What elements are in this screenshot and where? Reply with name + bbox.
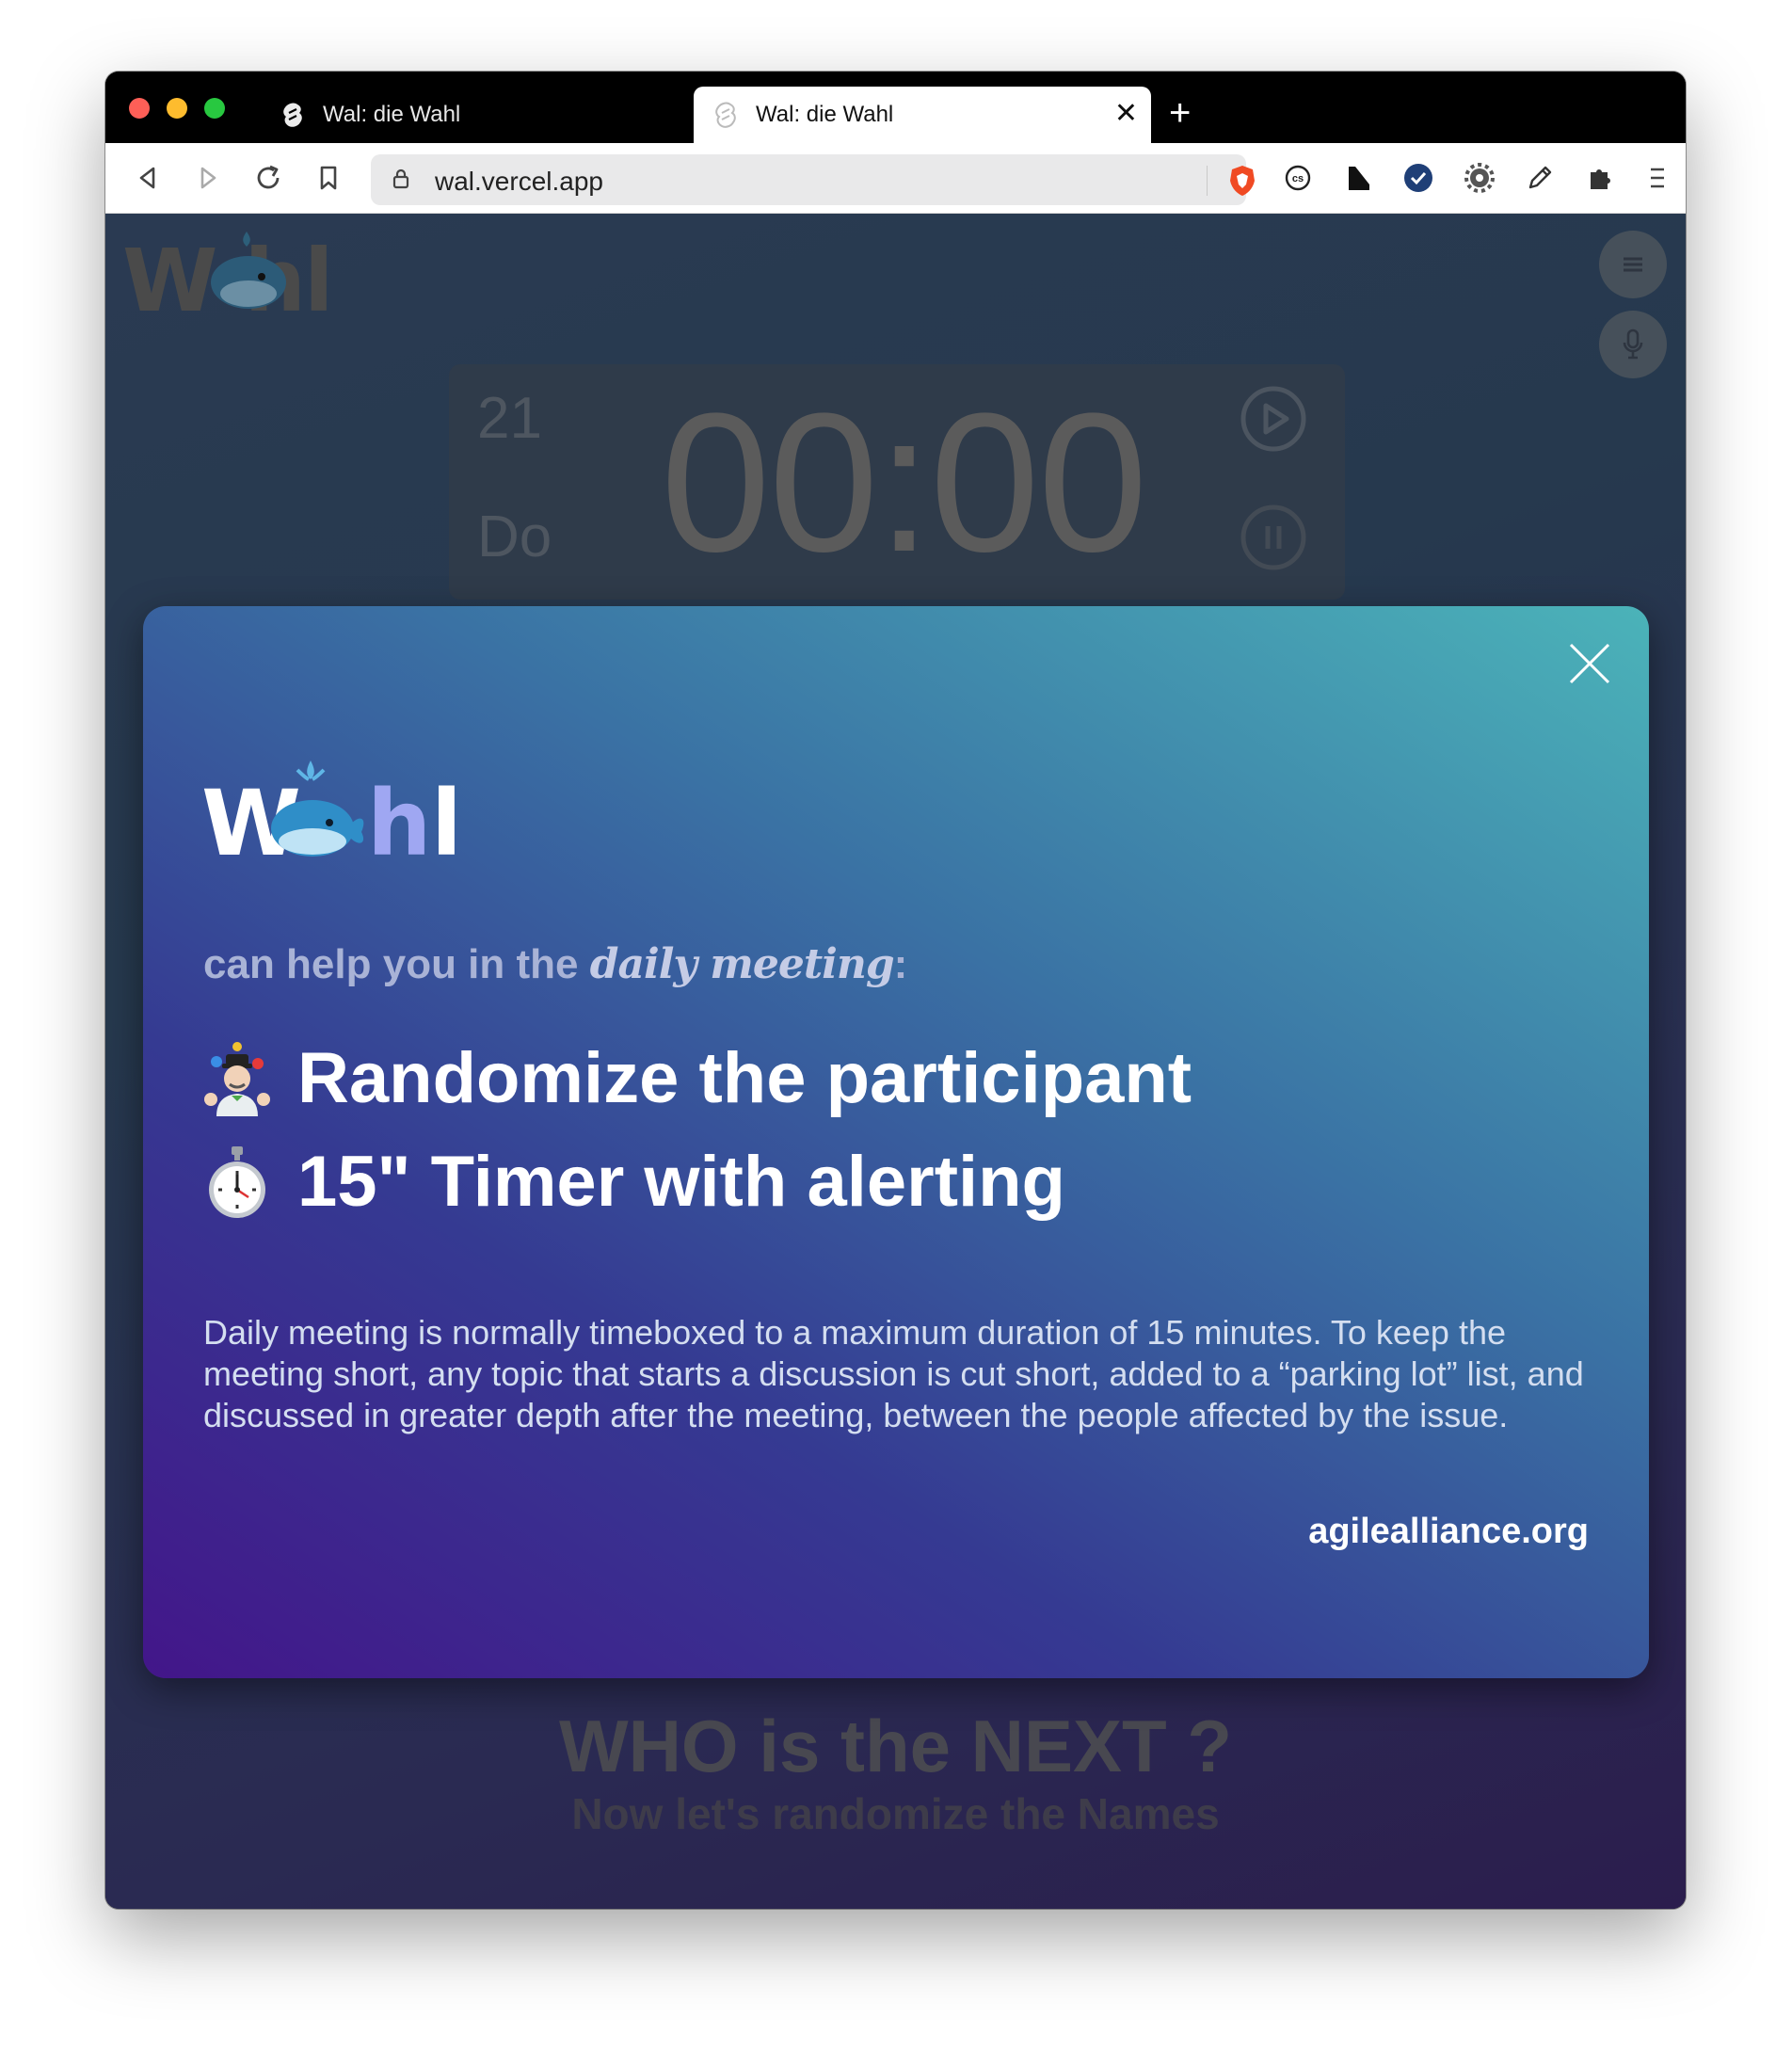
tab-title: Wal: die Wahl — [756, 102, 894, 127]
randomize-subheadline: Now let's randomize the Names — [571, 1789, 1220, 1838]
close-modal-icon[interactable] — [1568, 642, 1611, 685]
web-page: W hl 21 Do 00:00 WHO is the NEXT ? Now l… — [105, 214, 1686, 1909]
date-number: 21 — [477, 386, 542, 451]
svg-text:l: l — [431, 771, 458, 870]
menu-icon[interactable] — [1641, 162, 1673, 194]
tagline: can help you in the daily meeting: — [203, 940, 907, 988]
url-text: wal.vercel.app — [435, 167, 603, 196]
maximize-window-button[interactable] — [204, 98, 225, 119]
address-bar[interactable]: wal.vercel.app — [371, 154, 1255, 205]
microphone-icon — [1623, 328, 1643, 360]
stopwatch-emoji-icon — [209, 1145, 265, 1218]
svelte-icon — [712, 102, 739, 128]
svg-text:h: h — [367, 771, 427, 870]
gear-extension-icon[interactable] — [1464, 162, 1496, 194]
feature-timer-text: 15" Timer with alerting — [297, 1142, 1065, 1222]
feature-randomize: Randomize the participant — [203, 1037, 1192, 1119]
juggler-emoji-icon — [204, 1041, 270, 1116]
new-tab-button[interactable]: + — [1169, 94, 1191, 132]
info-modal: W h l can help you in the daily meeting: — [143, 606, 1649, 1678]
pencil-extension-icon[interactable] — [1524, 162, 1556, 194]
feature-randomize-text: Randomize the participant — [297, 1038, 1192, 1118]
pause-icon[interactable] — [1238, 502, 1309, 573]
brave-shield-icon[interactable] — [1227, 164, 1257, 202]
forward-icon[interactable] — [192, 162, 224, 194]
whale-icon — [211, 232, 286, 309]
hamburger-icon — [1624, 257, 1642, 272]
lock-icon — [392, 168, 410, 195]
tagline-prefix: can help you in the — [203, 941, 590, 987]
bookmark-icon[interactable] — [312, 162, 344, 194]
svelte-icon — [280, 102, 306, 128]
minimize-window-button[interactable] — [167, 98, 187, 119]
source-link[interactable]: agilealliance.org — [1308, 1512, 1589, 1552]
browser-window: Wal: die Wahl Wal: die Wahl ✕ + wal.verc… — [105, 72, 1686, 1909]
weekday: Do — [477, 504, 552, 569]
microphone-button[interactable] — [1599, 311, 1667, 378]
tab-active[interactable]: Wal: die Wahl ✕ — [694, 87, 1151, 143]
tab-title: Wal: die Wahl — [323, 102, 461, 127]
feature-timer: 15" Timer with alerting — [203, 1141, 1065, 1223]
tagline-suffix: : — [893, 941, 908, 987]
address-separator — [1207, 166, 1208, 196]
puzzle-extensions-icon[interactable] — [1584, 162, 1616, 194]
checkmark-extension-icon[interactable] — [1402, 162, 1434, 194]
close-tab-icon[interactable]: ✕ — [1114, 100, 1138, 128]
hamburger-menu-button[interactable] — [1599, 231, 1667, 298]
description: Daily meeting is normally timeboxed to a… — [203, 1313, 1584, 1434]
tab-bar: Wal: die Wahl Wal: die Wahl ✕ + — [105, 72, 1686, 143]
timer-card: 21 Do 00:00 — [449, 364, 1345, 600]
svg-text:cs: cs — [1292, 173, 1304, 184]
play-icon[interactable] — [1238, 383, 1309, 455]
timer-display: 00:00 — [661, 372, 1148, 593]
wahl-logo: W h l — [201, 761, 503, 870]
close-window-button[interactable] — [129, 98, 150, 119]
back-icon[interactable] — [132, 162, 164, 194]
wahl-logo-mark: W h l — [201, 761, 462, 870]
next-headline: WHO is the NEXT ? — [558, 1705, 1233, 1787]
reload-icon[interactable] — [252, 162, 284, 194]
tagline-highlight: daily meeting — [589, 940, 895, 988]
notion-extension-icon[interactable] — [1343, 162, 1375, 194]
navigation-toolbar: wal.vercel.app cs — [105, 143, 1686, 214]
cs-extension-icon[interactable]: cs — [1282, 162, 1314, 194]
